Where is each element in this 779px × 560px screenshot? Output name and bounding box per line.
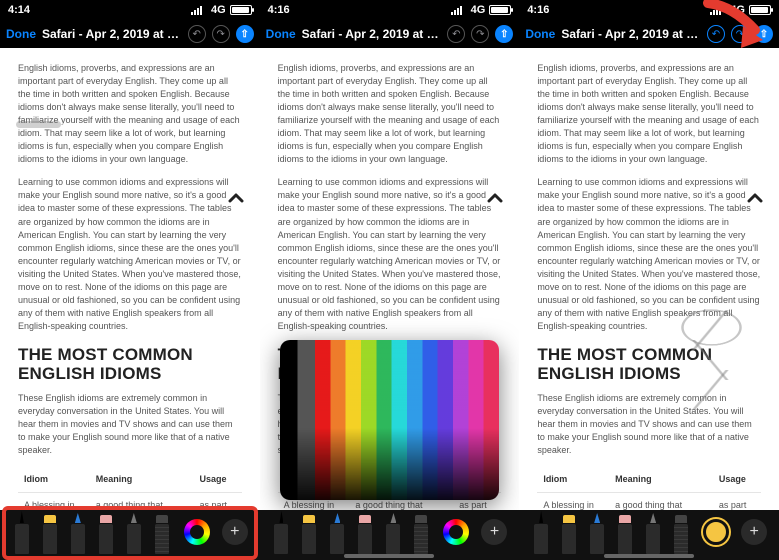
clock: 4:16 xyxy=(268,4,290,16)
ruler-tool[interactable] xyxy=(411,510,431,554)
paragraph-1: English idioms, proverbs, and expression… xyxy=(537,62,761,166)
redaction-mark xyxy=(16,123,185,126)
home-indicator xyxy=(604,554,694,558)
share-icon[interactable]: ⇧ xyxy=(495,25,513,43)
status-bar: 4:16 4G xyxy=(260,0,520,20)
markup-toolbar: + xyxy=(519,510,779,560)
paragraph-2: Learning to use common idioms and expres… xyxy=(278,176,502,333)
ruler-tool[interactable] xyxy=(152,510,172,554)
table-row: A blessing in disguise a good thing that… xyxy=(18,493,242,510)
cell-signal-icon xyxy=(451,5,467,15)
table-header: Idiom xyxy=(537,467,609,493)
done-button[interactable]: Done xyxy=(266,27,296,41)
nav-bar: Done Safari - Apr 2, 2019 at 6/0… ↶ ↷ ⇧ xyxy=(260,20,520,48)
table-header: Idiom xyxy=(18,467,90,493)
done-button[interactable]: Done xyxy=(6,27,36,41)
pen-tool[interactable] xyxy=(531,510,551,554)
screen-1: 4:14 4G Done Safari - Apr 2, 2019 at 6/0… xyxy=(0,0,260,560)
section-heading: THE MOST COMMON ENGLISH IDIOMS xyxy=(537,345,761,384)
screen-2: 4:16 4G Done Safari - Apr 2, 2019 at 6/0… xyxy=(260,0,520,560)
document-page: English idioms, proverbs, and expression… xyxy=(0,48,260,510)
paragraph-3: These English idioms are extremely commo… xyxy=(537,392,761,457)
cell-signal-icon xyxy=(191,5,207,15)
status-bar: 4:14 4G xyxy=(0,0,260,20)
screen-3: 4:16 4G Done Safari - Apr 2, 2019 at 6/0… xyxy=(519,0,779,560)
highlighter-tool[interactable] xyxy=(40,510,60,554)
color-well[interactable] xyxy=(184,519,210,545)
undo-icon[interactable]: ↶ xyxy=(447,25,465,43)
add-button[interactable]: + xyxy=(222,519,248,545)
pencil-tool[interactable] xyxy=(327,510,347,554)
scroll-top-button[interactable] xyxy=(741,184,769,212)
pen-tool[interactable] xyxy=(271,510,291,554)
network-label: 4G xyxy=(211,4,226,16)
ruler-tool[interactable] xyxy=(671,510,691,554)
paragraph-1: English idioms, proverbs, and expression… xyxy=(18,62,242,166)
done-button[interactable]: Done xyxy=(525,27,555,41)
page-title: Safari - Apr 2, 2019 at 6/0… xyxy=(561,27,701,41)
document-page: English idioms, proverbs, and expression… xyxy=(519,48,779,510)
paragraph-3: These English idioms are extremely commo… xyxy=(18,392,242,457)
idioms-table: Idiom Meaning Usage A blessing in disgui… xyxy=(537,467,761,510)
highlighter-tool[interactable] xyxy=(559,510,579,554)
table-row: A blessing in disguise a good thing that… xyxy=(537,493,761,510)
color-picker-popup[interactable] xyxy=(280,340,500,500)
battery-icon xyxy=(230,5,252,15)
highlighter-tool[interactable] xyxy=(299,510,319,554)
idioms-table: Idiom Meaning Usage A blessing in disgui… xyxy=(18,467,242,510)
color-grid[interactable] xyxy=(280,340,500,500)
paragraph-2: Learning to use common idioms and expres… xyxy=(18,176,242,333)
undo-icon[interactable]: ↶ xyxy=(188,25,206,43)
eraser-tool[interactable] xyxy=(615,510,635,554)
eraser-tool[interactable] xyxy=(96,510,116,554)
lasso-tool[interactable] xyxy=(383,510,403,554)
clock: 4:14 xyxy=(8,4,30,16)
redo-icon[interactable]: ↷ xyxy=(212,25,230,43)
eraser-tool[interactable] xyxy=(355,510,375,554)
add-button[interactable]: + xyxy=(481,519,507,545)
lasso-tool[interactable] xyxy=(643,510,663,554)
network-label: 4G xyxy=(471,4,486,16)
lasso-tool[interactable] xyxy=(124,510,144,554)
table-header: Meaning xyxy=(609,467,713,493)
scroll-top-button[interactable] xyxy=(481,184,509,212)
table-header: Usage xyxy=(194,467,242,493)
pencil-tool[interactable] xyxy=(587,510,607,554)
markup-toolbar: + xyxy=(0,510,260,560)
table-header: Usage xyxy=(713,467,761,493)
color-well[interactable] xyxy=(443,519,469,545)
nav-bar: Done Safari - Apr 2, 2019 at 6/0… ↶ ↷ ⇧ xyxy=(0,20,260,48)
paragraph-2: Learning to use common idioms and expres… xyxy=(537,176,761,333)
section-heading: THE MOST COMMON ENGLISH IDIOMS xyxy=(18,345,242,384)
pen-tool[interactable] xyxy=(12,510,32,554)
clock: 4:16 xyxy=(527,4,549,16)
redo-icon[interactable]: ↷ xyxy=(471,25,489,43)
scroll-top-button[interactable] xyxy=(222,184,250,212)
home-indicator xyxy=(344,554,434,558)
paragraph-1: English idioms, proverbs, and expression… xyxy=(278,62,502,166)
add-button[interactable]: + xyxy=(741,519,767,545)
screenshot-row: 4:14 4G Done Safari - Apr 2, 2019 at 6/0… xyxy=(0,0,779,560)
page-title: Safari - Apr 2, 2019 at 6/0… xyxy=(302,27,442,41)
table-header: Meaning xyxy=(90,467,194,493)
pencil-tool[interactable] xyxy=(68,510,88,554)
battery-icon xyxy=(489,5,511,15)
color-well[interactable] xyxy=(703,519,729,545)
share-icon[interactable]: ⇧ xyxy=(236,25,254,43)
markup-toolbar: + xyxy=(260,510,520,560)
annotation-arrow-icon xyxy=(703,0,773,58)
page-title: Safari - Apr 2, 2019 at 6/0… xyxy=(42,27,182,41)
